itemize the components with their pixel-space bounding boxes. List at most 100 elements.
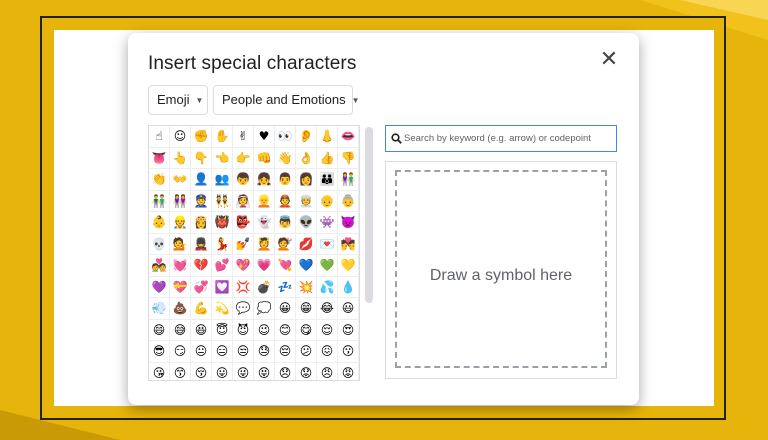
emoji-cell[interactable]: 👬 [149,190,170,212]
grid-scrollbar[interactable] [365,125,373,379]
emoji-cell[interactable]: 😏 [170,341,191,363]
emoji-cell[interactable]: 👾 [317,212,338,234]
emoji-cell[interactable]: 💘 [275,255,296,277]
emoji-cell[interactable]: 👍 [317,147,338,169]
emoji-cell[interactable]: 👤 [191,169,212,191]
emoji-cell[interactable]: 😎 [149,341,170,363]
emoji-cell[interactable]: 👇 [191,147,212,169]
emoji-cell[interactable]: 👴 [317,190,338,212]
emoji-cell[interactable]: 💚 [317,255,338,277]
emoji-cell[interactable]: 💢 [233,276,254,298]
emoji-cell[interactable]: 💕 [212,255,233,277]
emoji-cell[interactable]: 👰 [233,190,254,212]
scrollbar-thumb[interactable] [365,127,373,303]
emoji-cell[interactable]: 💟 [212,276,233,298]
emoji-cell[interactable]: 😐 [191,341,212,363]
emoji-cell[interactable]: 💤 [275,276,296,298]
emoji-cell[interactable]: 💏 [338,233,359,255]
emoji-cell[interactable]: 💥 [296,276,317,298]
emoji-cell[interactable]: 😞 [275,362,296,380]
emoji-cell[interactable]: 👦 [233,169,254,191]
emoji-cell[interactable]: 👐 [170,169,191,191]
emoji-cell[interactable]: 😇 [212,319,233,341]
emoji-cell[interactable]: 👮 [191,190,212,212]
emoji-cell[interactable]: 👃 [317,126,338,148]
emoji-cell[interactable]: 😕 [296,341,317,363]
emoji-cell[interactable]: 😜 [233,362,254,380]
emoji-cell[interactable]: 😗 [338,341,359,363]
emoji-cell[interactable]: 💪 [191,298,212,320]
emoji-cell[interactable]: 👋 [275,147,296,169]
emoji-cell[interactable]: 👈 [212,147,233,169]
emoji-cell[interactable]: 👩 [296,169,317,191]
emoji-cell[interactable]: 👎 [338,147,359,169]
emoji-cell[interactable]: 💁 [170,233,191,255]
emoji-cell[interactable]: 😛 [212,362,233,380]
emoji-cell[interactable]: 💌 [317,233,338,255]
emoji-cell[interactable]: 💛 [338,255,359,277]
emoji-cell[interactable]: 💋 [296,233,317,255]
emoji-cell[interactable]: 👄 [338,126,359,148]
emoji-cell[interactable]: 👽 [296,212,317,234]
emoji-cell[interactable]: 💓 [170,255,191,277]
close-icon[interactable]: ✕ [597,47,621,71]
emoji-cell[interactable]: 👿 [338,212,359,234]
emoji-cell[interactable]: 😄 [149,319,170,341]
emoji-cell[interactable]: 💆 [254,233,275,255]
emoji-cell[interactable]: 💬 [233,298,254,320]
emoji-cell[interactable]: 👉 [233,147,254,169]
emoji-cell[interactable]: ☝ [149,126,170,148]
emoji-cell[interactable]: 👻 [254,212,275,234]
emoji-cell[interactable]: 💜 [149,276,170,298]
emoji-cell[interactable]: 💝 [170,276,191,298]
emoji-cell[interactable]: 😙 [170,362,191,380]
emoji-cell[interactable]: 👆 [170,147,191,169]
emoji-cell[interactable]: ☺ [170,126,191,148]
emoji-cell[interactable]: 💙 [296,255,317,277]
emoji-cell[interactable]: 😆 [191,319,212,341]
emoji-cell[interactable]: 💦 [317,276,338,298]
emoji-cell[interactable]: 💑 [149,255,170,277]
emoji-cell[interactable]: 👀 [275,126,296,148]
emoji-cell[interactable]: 😖 [317,341,338,363]
emoji-cell[interactable]: 👺 [233,212,254,234]
emoji-cell[interactable]: ✌ [233,126,254,148]
emoji-cell[interactable]: 😑 [212,341,233,363]
emoji-cell[interactable]: 😊 [275,319,296,341]
emoji-cell[interactable]: 👏 [149,169,170,191]
emoji-cell[interactable]: ✋ [212,126,233,148]
emoji-cell[interactable]: 💂 [191,233,212,255]
emoji-cell[interactable]: 😔 [275,341,296,363]
emoji-cell[interactable]: 💀 [149,233,170,255]
emoji-cell[interactable]: 😚 [191,362,212,380]
emoji-cell[interactable]: 👊 [254,147,275,169]
emoji-cell[interactable]: 👷 [170,212,191,234]
emoji-cell[interactable]: 👹 [212,212,233,234]
emoji-cell[interactable]: 💧 [338,276,359,298]
emoji-cell[interactable]: 😁 [296,298,317,320]
emoji-cell[interactable]: 👼 [275,212,296,234]
emoji-cell[interactable]: 👪 [317,169,338,191]
emoji-cell[interactable]: ✊ [191,126,212,148]
emoji-cell[interactable]: 😝 [254,362,275,380]
emoji-cell[interactable]: 💔 [191,255,212,277]
emoji-cell[interactable]: 👳 [296,190,317,212]
emoji-cell[interactable]: 😅 [170,319,191,341]
subcategory-dropdown[interactable]: People and Emotions ▼ [213,85,360,115]
draw-symbol-area[interactable]: Draw a symbol here [385,161,617,379]
emoji-cell[interactable]: 👫 [338,169,359,191]
emoji-cell[interactable]: 👸 [191,212,212,234]
emoji-cell[interactable]: 👯 [212,190,233,212]
emoji-cell[interactable]: 💩 [170,298,191,320]
emoji-cell[interactable]: 👅 [149,147,170,169]
emoji-cell[interactable]: 😍 [338,319,359,341]
emoji-cell[interactable]: 👵 [338,190,359,212]
emoji-cell[interactable]: 👱 [254,190,275,212]
emoji-cell[interactable]: 😓 [254,341,275,363]
emoji-cell[interactable]: 💣 [254,276,275,298]
emoji-cell[interactable]: 💅 [233,233,254,255]
emoji-cell[interactable]: 💃 [212,233,233,255]
emoji-cell[interactable]: 😀 [275,298,296,320]
emoji-cell[interactable]: 💞 [191,276,212,298]
emoji-cell[interactable]: 👶 [149,212,170,234]
